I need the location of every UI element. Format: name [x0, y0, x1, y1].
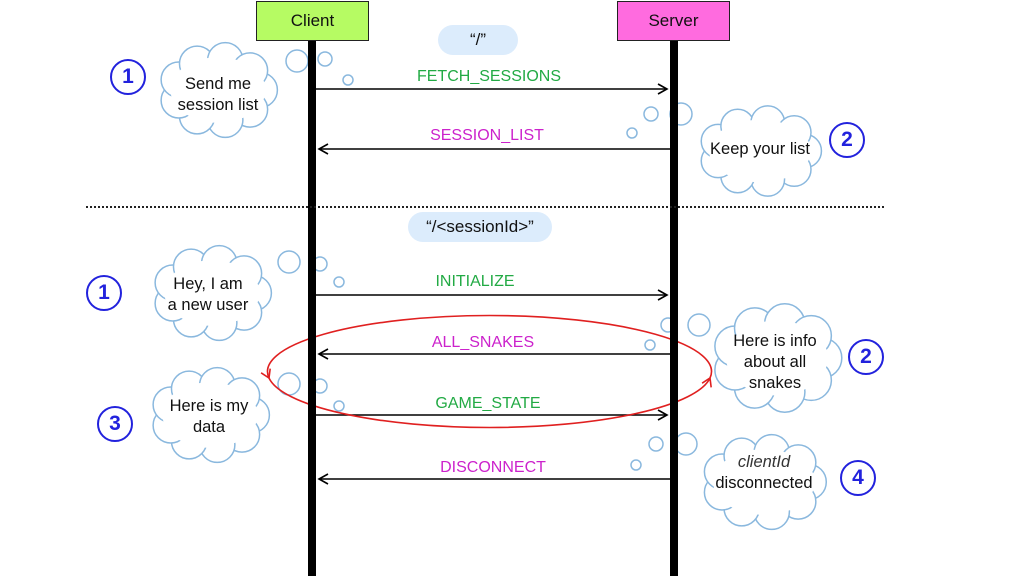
- thought-disconnected: clientId disconnected: [705, 452, 823, 494]
- thought-line: session list: [177, 96, 259, 114]
- thought-line: clientId: [737, 453, 791, 471]
- server-lifeline: [670, 41, 678, 576]
- thought-line: Here is my: [169, 397, 249, 415]
- thought-line: a new user: [167, 296, 249, 314]
- client-lifeline: [308, 41, 316, 576]
- server-actor-box: Server: [617, 1, 730, 41]
- thought-bubble: [333, 400, 345, 412]
- client-actor-label: Client: [290, 11, 335, 30]
- step-number: 3: [97, 406, 133, 442]
- section-divider: [86, 206, 884, 208]
- thought-line: data: [192, 418, 226, 436]
- step-number: 2: [848, 339, 884, 375]
- route-root-label: “/”: [469, 30, 487, 49]
- route-session-label: “/<sessionId>”: [426, 217, 534, 236]
- message-initialize: INITIALIZE: [435, 273, 515, 290]
- message-session-list: SESSION_LIST: [430, 127, 544, 144]
- thought-new-user: Hey, I am a new user: [153, 274, 263, 316]
- thought-line: Hey, I am: [173, 275, 243, 293]
- thought-line: Here is info: [733, 332, 817, 350]
- thought-line: about all: [743, 353, 807, 371]
- step-number: 1: [86, 275, 122, 311]
- step-number: 4: [840, 460, 876, 496]
- thought-my-data: Here is my data: [154, 396, 264, 438]
- thought-bubble: [644, 339, 656, 351]
- thought-line: Send me: [184, 75, 252, 93]
- message-all-snakes: ALL_SNAKES: [431, 334, 535, 351]
- thought-line: disconnected: [715, 474, 813, 492]
- step-number: 1: [110, 59, 146, 95]
- thought-bubble: [626, 127, 638, 139]
- thought-bubble: [333, 276, 345, 288]
- route-root-pill: “/”: [438, 25, 518, 55]
- thought-line: snakes: [748, 374, 802, 392]
- thought-bubble: [687, 313, 711, 337]
- server-actor-label: Server: [648, 11, 699, 30]
- message-fetch-sessions: FETCH_SESSIONS: [416, 68, 562, 85]
- client-actor-box: Client: [256, 1, 369, 41]
- thought-line: Keep your list: [710, 140, 810, 158]
- thought-send-session-list: Send me session list: [163, 74, 273, 116]
- sequence-diagram: Client Server “/” “/<sessionId>” FETCH_S…: [0, 0, 1033, 576]
- thought-keep-list: Keep your list: [700, 139, 820, 160]
- thought-bubble: [674, 432, 698, 456]
- step-number: 2: [829, 122, 865, 158]
- thought-bubble: [630, 459, 642, 471]
- thought-bubble: [285, 49, 309, 73]
- route-session-pill: “/<sessionId>”: [408, 212, 552, 242]
- thought-bubble: [277, 250, 301, 274]
- thought-bubble: [342, 74, 354, 86]
- thought-bubble: [317, 51, 333, 67]
- thought-snakes-info: Here is info about all snakes: [719, 331, 831, 394]
- message-game-state: GAME_STATE: [435, 395, 541, 412]
- thought-bubble: [648, 436, 664, 452]
- message-disconnect: DISCONNECT: [440, 459, 546, 476]
- thought-bubble: [643, 106, 659, 122]
